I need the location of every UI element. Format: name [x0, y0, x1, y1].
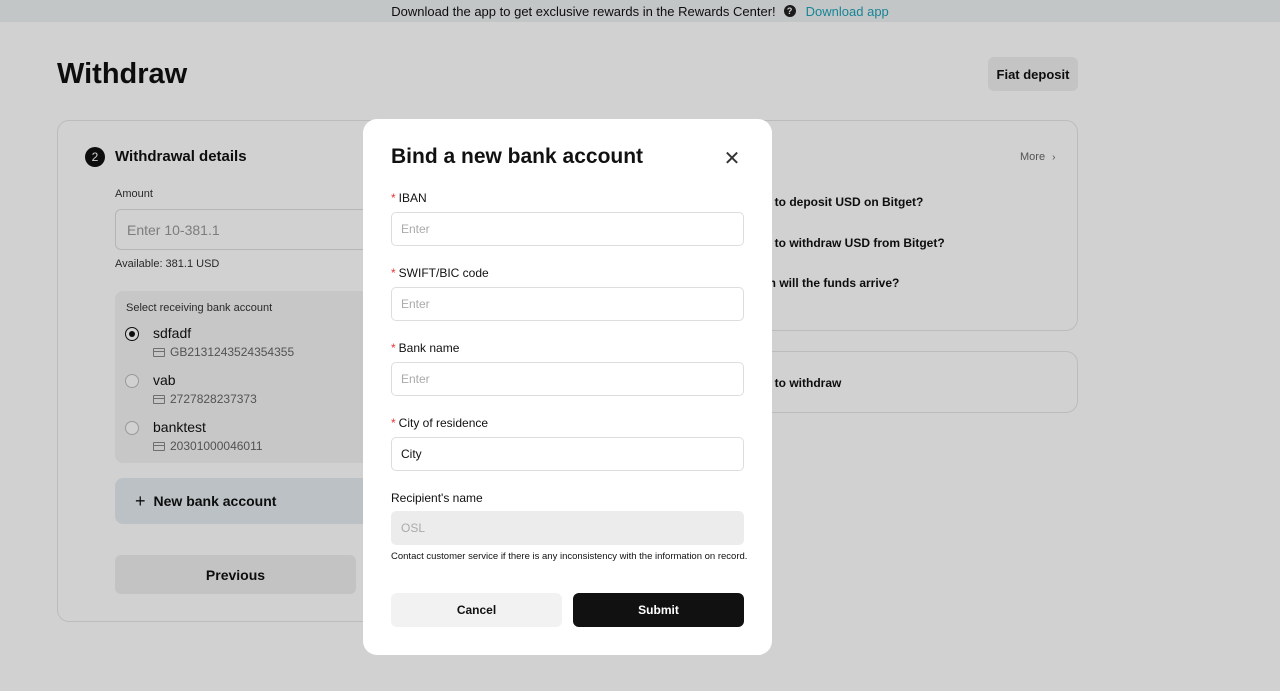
- swift-input[interactable]: [391, 287, 744, 321]
- city-label-text: City of residence: [398, 416, 489, 430]
- bank-name-label-text: Bank name: [398, 341, 460, 355]
- required-asterisk: *: [391, 191, 396, 205]
- recipient-input[interactable]: [391, 511, 744, 545]
- required-asterisk: *: [391, 266, 396, 280]
- iban-input[interactable]: [391, 212, 744, 246]
- required-asterisk: *: [391, 416, 396, 430]
- recipient-label: Recipient's name: [391, 491, 483, 505]
- iban-label: * IBAN: [391, 191, 427, 205]
- info-note: Contact customer service if there is any…: [391, 551, 748, 562]
- required-asterisk: *: [391, 341, 396, 355]
- city-label: * City of residence: [391, 416, 488, 430]
- swift-label: * SWIFT/BIC code: [391, 266, 489, 280]
- swift-label-text: SWIFT/BIC code: [398, 266, 489, 280]
- modal-title: Bind a new bank account: [391, 145, 644, 168]
- close-icon[interactable]: ✕: [723, 148, 741, 170]
- bank-name-input[interactable]: [391, 362, 744, 396]
- bank-name-label: * Bank name: [391, 341, 459, 355]
- submit-button[interactable]: Submit: [573, 593, 744, 627]
- cancel-button[interactable]: Cancel: [391, 593, 562, 627]
- city-input[interactable]: [391, 437, 744, 471]
- iban-label-text: IBAN: [398, 191, 427, 205]
